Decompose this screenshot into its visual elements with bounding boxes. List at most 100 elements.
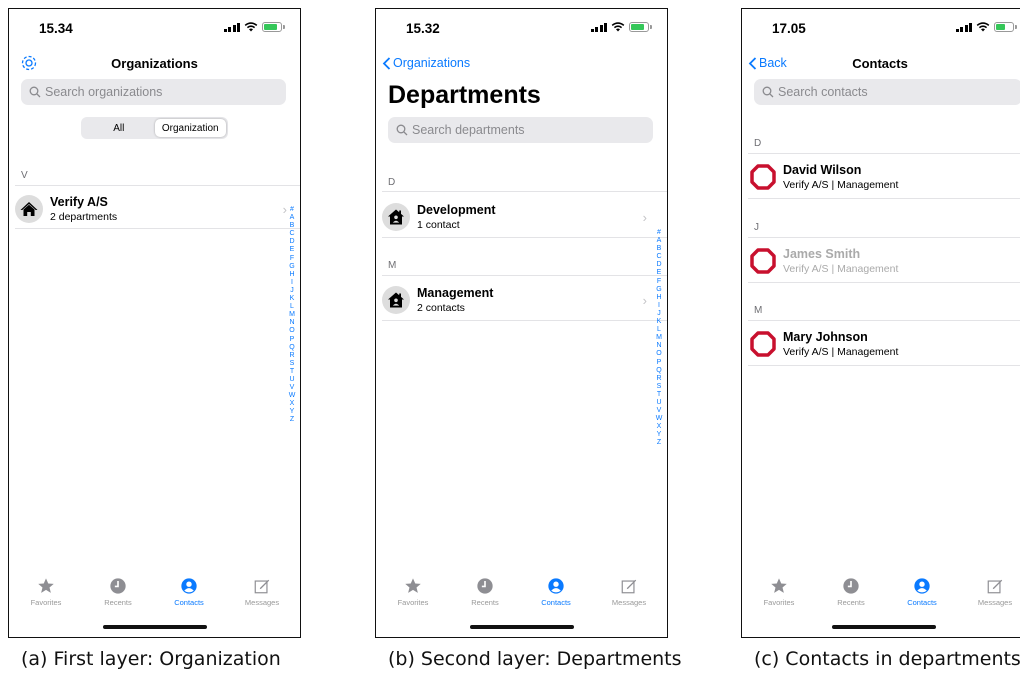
index-letter[interactable]: H: [656, 294, 661, 302]
index-letter[interactable]: Q: [656, 367, 661, 375]
clock-icon: [477, 578, 493, 594]
index-letter[interactable]: K: [290, 295, 295, 303]
index-letter[interactable]: #: [290, 206, 294, 214]
search-bar[interactable]: [754, 79, 1020, 105]
search-bar[interactable]: [21, 79, 286, 105]
index-letter[interactable]: R: [656, 375, 661, 383]
index-letter[interactable]: F: [657, 278, 661, 286]
index-letter[interactable]: P: [657, 359, 662, 367]
index-letter[interactable]: A: [657, 237, 662, 245]
index-letter[interactable]: A: [290, 214, 295, 222]
home-indicator[interactable]: [102, 625, 207, 629]
tab-messages[interactable]: Messages: [232, 577, 292, 607]
index-letter[interactable]: I: [658, 302, 660, 310]
index-letter[interactable]: R: [289, 352, 294, 360]
department-row[interactable]: Management 2 contacts ›: [376, 282, 667, 318]
contact-row[interactable]: James Smith Verify A/S | Management: [742, 243, 1020, 279]
scope-segmented-control[interactable]: All Organization: [81, 117, 228, 139]
index-letter[interactable]: F: [290, 255, 294, 263]
index-letter[interactable]: B: [290, 222, 295, 230]
tab-favorites[interactable]: Favorites: [16, 577, 76, 607]
contact-row[interactable]: David Wilson Verify A/S | Management: [742, 159, 1020, 195]
index-letter[interactable]: G: [289, 263, 294, 271]
index-letter[interactable]: O: [289, 327, 294, 335]
index-letter[interactable]: S: [290, 360, 295, 368]
index-letter[interactable]: X: [290, 400, 295, 408]
tab-messages[interactable]: Messages: [599, 577, 659, 607]
wifi-icon: [611, 22, 625, 32]
index-letter[interactable]: M: [289, 311, 295, 319]
index-letter[interactable]: Z: [657, 439, 661, 447]
organization-row[interactable]: Verify A/S 2 departments ›: [9, 191, 300, 227]
index-letter[interactable]: N: [656, 342, 661, 350]
index-letter[interactable]: T: [290, 368, 294, 376]
index-letter[interactable]: N: [289, 319, 294, 327]
battery-icon: [629, 22, 652, 32]
index-letter[interactable]: U: [656, 399, 661, 407]
search-input[interactable]: [778, 85, 1020, 99]
tab-favorites[interactable]: Favorites: [383, 577, 443, 607]
segment-organization[interactable]: Organization: [154, 119, 226, 137]
index-letter[interactable]: #: [657, 229, 661, 237]
nav-title: Contacts: [852, 56, 908, 71]
index-letter[interactable]: M: [656, 334, 662, 342]
index-letter[interactable]: I: [291, 279, 293, 287]
index-letter[interactable]: O: [656, 350, 661, 358]
tab-contacts[interactable]: Contacts: [892, 577, 952, 607]
tab-messages[interactable]: Messages: [965, 577, 1020, 607]
search-input[interactable]: [45, 85, 286, 99]
index-letter[interactable]: W: [656, 415, 663, 423]
divider: [748, 365, 1020, 366]
segment-all[interactable]: All: [83, 119, 155, 137]
index-letter[interactable]: X: [657, 423, 662, 431]
index-letter[interactable]: D: [656, 261, 661, 269]
index-letter[interactable]: D: [289, 238, 294, 246]
index-letter[interactable]: Y: [657, 431, 662, 439]
index-letter[interactable]: E: [290, 246, 295, 254]
index-letter[interactable]: U: [289, 376, 294, 384]
search-bar[interactable]: [388, 117, 653, 143]
tab-favorites[interactable]: Favorites: [749, 577, 809, 607]
index-letter[interactable]: V: [657, 407, 662, 415]
department-row[interactable]: Development 1 contact ›: [376, 199, 667, 235]
index-letter[interactable]: B: [657, 245, 662, 253]
contact-row[interactable]: Mary Johnson Verify A/S | Management: [742, 326, 1020, 362]
index-letter[interactable]: E: [657, 269, 662, 277]
index-letter[interactable]: H: [289, 271, 294, 279]
tab-contacts[interactable]: Contacts: [159, 577, 219, 607]
index-letter[interactable]: Z: [290, 416, 294, 424]
clock-icon: [110, 578, 126, 594]
tab-recents[interactable]: Recents: [88, 577, 148, 607]
index-letter[interactable]: G: [656, 286, 661, 294]
index-letter[interactable]: C: [656, 253, 661, 261]
search-input[interactable]: [412, 123, 653, 137]
index-letter[interactable]: V: [290, 384, 295, 392]
index-letter[interactable]: T: [657, 391, 661, 399]
index-letter[interactable]: J: [657, 310, 661, 318]
section-index[interactable]: # A B C D E F G H I J K L M N O P Q R S T U V W X Y Z: [287, 206, 297, 425]
index-letter[interactable]: W: [289, 392, 296, 400]
tab-label: Recents: [471, 598, 499, 607]
index-letter[interactable]: C: [289, 230, 294, 238]
tab-recents[interactable]: Recents: [455, 577, 515, 607]
section-header: M: [388, 260, 397, 271]
house-icon: [15, 195, 43, 223]
back-button[interactable]: Organizations: [382, 56, 470, 70]
index-letter[interactable]: L: [657, 326, 661, 334]
back-label: Organizations: [393, 56, 471, 70]
tab-contacts[interactable]: Contacts: [526, 577, 586, 607]
index-letter[interactable]: P: [290, 336, 295, 344]
divider: [748, 320, 1020, 321]
index-letter[interactable]: J: [290, 287, 294, 295]
index-letter[interactable]: Q: [289, 344, 294, 352]
status-time: 15.34: [39, 21, 73, 36]
index-letter[interactable]: Y: [290, 408, 295, 416]
index-letter[interactable]: K: [657, 318, 662, 326]
index-letter[interactable]: L: [290, 303, 294, 311]
tab-recents[interactable]: Recents: [821, 577, 881, 607]
section-index[interactable]: # A B C D E F G H I J K L M N O P Q R S T U V W X Y Z: [654, 229, 664, 448]
home-indicator[interactable]: [832, 625, 936, 629]
star-icon: [771, 578, 787, 593]
home-indicator[interactable]: [469, 625, 574, 629]
index-letter[interactable]: S: [657, 383, 662, 391]
